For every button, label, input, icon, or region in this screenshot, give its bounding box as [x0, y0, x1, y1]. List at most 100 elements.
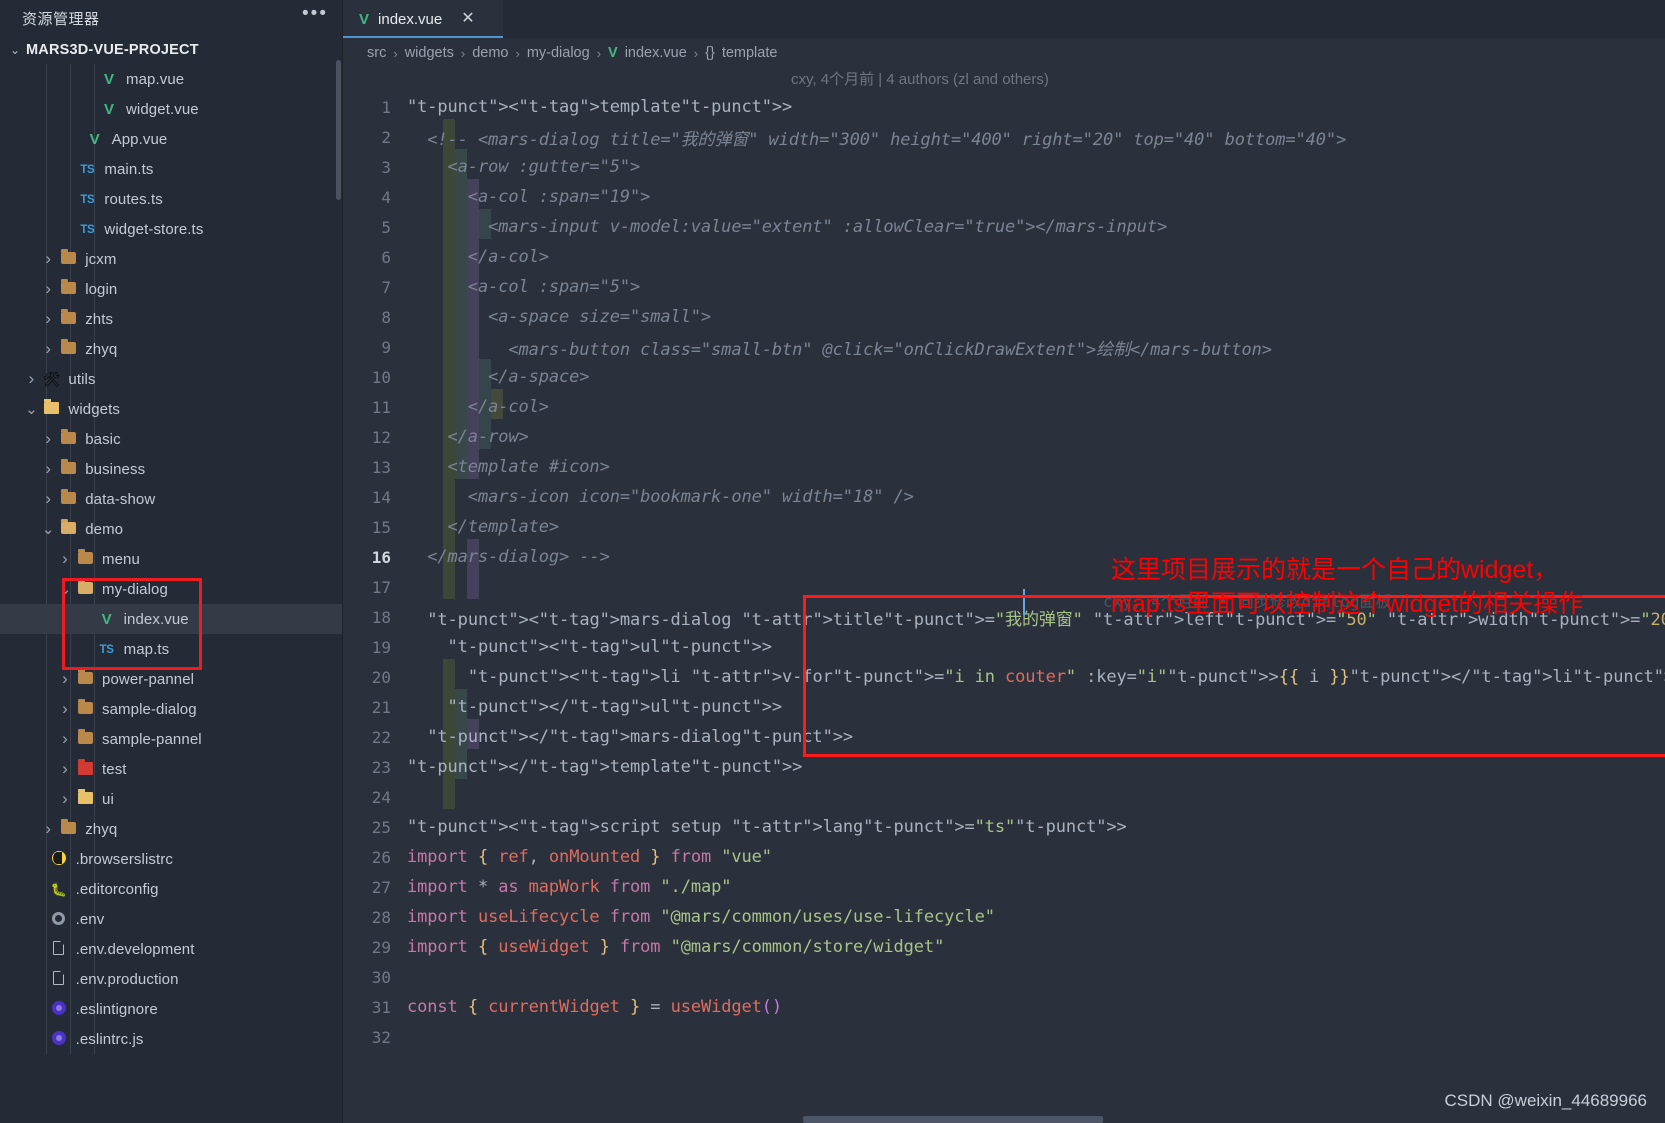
tree-item-zhyq[interactable]: › zhyq	[0, 814, 342, 844]
sidebar-scrollbar[interactable]	[336, 60, 341, 200]
code-line[interactable]: 10 </a-space>	[343, 362, 1665, 392]
code-line[interactable]: 18 "t-punct"><"t-tag">mars-dialog "t-att…	[343, 602, 1665, 632]
tree-item-menu[interactable]: › menu	[0, 544, 342, 574]
code-line[interactable]: 32	[343, 1022, 1665, 1052]
chevron-right-icon[interactable]: ›	[56, 549, 74, 569]
breadcrumb-item-my-dialog[interactable]: my-dialog	[527, 45, 590, 61]
code-line[interactable]: 17	[343, 572, 1665, 602]
code-line[interactable]: 23 "t-punct"></"t-tag">template"t-punct">…	[343, 752, 1665, 782]
code-line[interactable]: 20 "t-punct"><"t-tag">li "t-attr">v-for"…	[343, 662, 1665, 692]
code-line[interactable]: 29 import { useWidget } from "@mars/commo…	[343, 932, 1665, 962]
chevron-right-icon[interactable]: ›	[22, 369, 40, 389]
code-editor[interactable]: cxy, 4个月前 | 4 authors (zl and others) 1 "…	[343, 68, 1665, 1123]
code-line[interactable]: 2 <!-- <mars-dialog title="我的弹窗" width="…	[343, 122, 1665, 152]
code-line[interactable]: 11 </a-col>	[343, 392, 1665, 422]
code-line[interactable]: 22 "t-punct"></"t-tag">mars-dialog"t-pun…	[343, 722, 1665, 752]
chevron-right-icon[interactable]: ›	[39, 819, 57, 839]
code-line[interactable]: 6 </a-col>	[343, 242, 1665, 272]
chevron-right-icon[interactable]: ›	[56, 759, 74, 779]
code-line[interactable]: 30	[343, 962, 1665, 992]
tree-item-widget-vue[interactable]: Vwidget.vue	[0, 94, 342, 124]
tree-item-zhyq[interactable]: › zhyq	[0, 334, 342, 364]
line-number: 19	[371, 637, 391, 657]
code-line[interactable]: 26 import { ref, onMounted } from "vue"	[343, 842, 1665, 872]
code-line[interactable]: 28 import useLifecycle from "@mars/common…	[343, 902, 1665, 932]
breadcrumb-item-widgets[interactable]: widgets	[405, 45, 454, 61]
chevron-right-icon[interactable]: ›	[56, 669, 74, 689]
tree-item-env-development[interactable]: .env.development	[0, 934, 342, 964]
code-line[interactable]: 15 </template>	[343, 512, 1665, 542]
code-line[interactable]: 9 <mars-button class="small-btn" @click=…	[343, 332, 1665, 362]
tree-item-data-show[interactable]: › data-show	[0, 484, 342, 514]
chevron-right-icon[interactable]: ›	[39, 279, 57, 299]
tree-item-jcxm[interactable]: › jcxm	[0, 244, 342, 274]
tree-item-utils[interactable]: › 🛠 utils	[0, 364, 342, 394]
chevron-right-icon[interactable]: ›	[39, 429, 57, 449]
tree-item-routes-ts[interactable]: TS routes.ts	[0, 184, 342, 214]
chevron-right-icon[interactable]: ›	[39, 309, 57, 329]
breadcrumb-item-template[interactable]: template	[722, 45, 778, 61]
tree-item-widget-store-ts[interactable]: TS widget-store.ts	[0, 214, 342, 244]
chevron-right-icon[interactable]: ›	[39, 339, 57, 359]
tree-item-my-dialog[interactable]: ⌄ my-dialog	[0, 574, 342, 604]
tree-item-sample-pannel[interactable]: › sample-pannel	[0, 724, 342, 754]
tree-item-eslintignore[interactable]: .eslintignore	[0, 994, 342, 1024]
chevron-right-icon[interactable]: ›	[56, 729, 74, 749]
code-line[interactable]: 4 <a-col :span="19">	[343, 182, 1665, 212]
tree-item-app-vue[interactable]: V App.vue	[0, 124, 342, 154]
tree-item-browserslistrc[interactable]: .browserslistrc	[0, 844, 342, 874]
tree-item-zhts[interactable]: › zhts	[0, 304, 342, 334]
tree-item-main-ts[interactable]: TS main.ts	[0, 154, 342, 184]
tree-item-eslintrc-js[interactable]: .eslintrc.js	[0, 1024, 342, 1054]
chevron-right-icon[interactable]: ›	[56, 699, 74, 719]
breadcrumb-item-index-vue[interactable]: index.vue	[625, 45, 687, 61]
tree-item-ui[interactable]: › ui	[0, 784, 342, 814]
code-line[interactable]: 19 "t-punct"><"t-tag">ul"t-punct">>	[343, 632, 1665, 662]
tab-index-vue[interactable]: V index.vue ✕	[343, 0, 503, 38]
code-line[interactable]: 12 </a-row>	[343, 422, 1665, 452]
code-line[interactable]: 25 "t-punct"><"t-tag">script setup "t-att…	[343, 812, 1665, 842]
code-line[interactable]: 16 </mars-dialog> -->	[343, 542, 1665, 572]
tree-item-env[interactable]: .env	[0, 904, 342, 934]
tree-item-basic[interactable]: › basic	[0, 424, 342, 454]
tree-item-sample-dialog[interactable]: › sample-dialog	[0, 694, 342, 724]
tree-item-power-pannel[interactable]: › power-pannel	[0, 664, 342, 694]
tree-item-map-ts[interactable]: TS map.ts	[0, 634, 342, 664]
code-line[interactable]: 21 "t-punct"></"t-tag">ul"t-punct">>	[343, 692, 1665, 722]
code-line[interactable]: 3 <a-row :gutter="5">	[343, 152, 1665, 182]
code-line[interactable]: 27 import * as mapWork from "./map"	[343, 872, 1665, 902]
breadcrumb-item-src[interactable]: src	[367, 45, 386, 61]
tree-item-widgets[interactable]: ⌄ widgets	[0, 394, 342, 424]
line-number: 13	[371, 457, 391, 477]
chevron-down-icon[interactable]: ⌄	[56, 580, 74, 598]
chevron-down-icon[interactable]: ⌄	[39, 520, 57, 538]
tree-item-index-vue[interactable]: Vindex.vue	[0, 604, 342, 634]
tree-item-demo[interactable]: ⌄ demo	[0, 514, 342, 544]
code-line[interactable]: 8 <a-space size="small">	[343, 302, 1665, 332]
breadcrumb-item-demo[interactable]: demo	[472, 45, 508, 61]
code-line[interactable]: 7 <a-col :span="5">	[343, 272, 1665, 302]
code-line[interactable]: 5 <mars-input v-model:value="extent" :al…	[343, 212, 1665, 242]
close-icon[interactable]: ✕	[461, 11, 474, 27]
code-line[interactable]: 14 <mars-icon icon="bookmark-one" width=…	[343, 482, 1665, 512]
horizontal-scrollbar[interactable]	[803, 1114, 1651, 1123]
code-line[interactable]: 31 const { currentWidget } = useWidget()	[343, 992, 1665, 1022]
chevron-right-icon[interactable]: ›	[56, 789, 74, 809]
tree-item-test[interactable]: › test	[0, 754, 342, 784]
project-root-row[interactable]: ⌄ MARS3D-VUE-PROJECT	[0, 36, 342, 64]
code-line[interactable]: 1 "t-punct"><"t-tag">template"t-punct">>	[343, 92, 1665, 122]
folder-open-icon	[57, 519, 79, 536]
code-line[interactable]: 13 <template #icon>	[343, 452, 1665, 482]
tree-item-business[interactable]: › business	[0, 454, 342, 484]
scrollbar-thumb[interactable]	[803, 1116, 1103, 1123]
chevron-right-icon[interactable]: ›	[39, 489, 57, 509]
tree-item-env-production[interactable]: .env.production	[0, 964, 342, 994]
tree-item-editorconfig[interactable]: 🐛 .editorconfig	[0, 874, 342, 904]
ellipsis-icon[interactable]: •••	[302, 4, 328, 27]
chevron-right-icon[interactable]: ›	[39, 459, 57, 479]
tree-item-login[interactable]: › login	[0, 274, 342, 304]
chevron-right-icon[interactable]: ›	[39, 249, 57, 269]
chevron-down-icon[interactable]: ⌄	[22, 400, 40, 418]
tree-item-map-vue[interactable]: Vmap.vue	[0, 64, 342, 94]
code-line[interactable]: 24	[343, 782, 1665, 812]
